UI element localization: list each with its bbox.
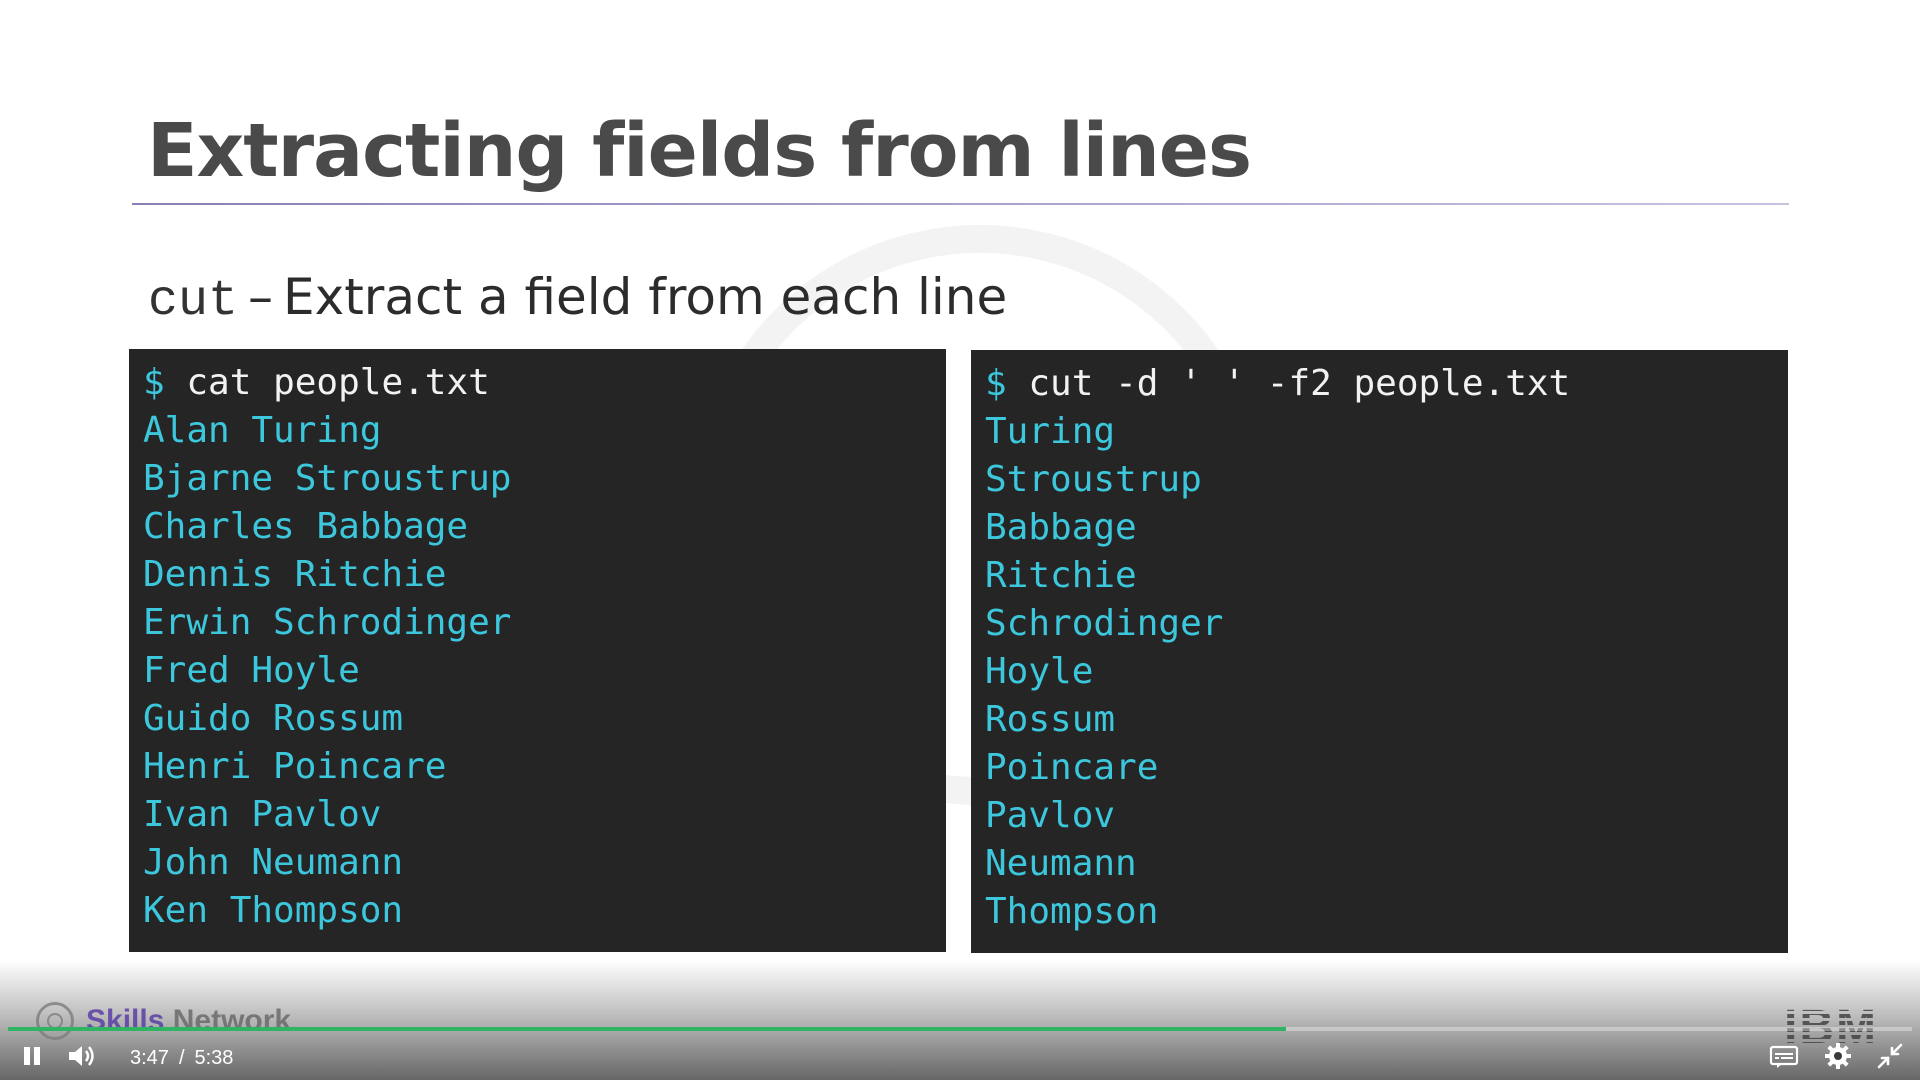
- output-line: Hoyle: [985, 651, 1094, 692]
- output-line: Henri Poincare: [143, 746, 447, 787]
- subtitle-dash: –: [248, 268, 274, 326]
- captions-icon: [1769, 1044, 1799, 1072]
- duration: 5:38: [194, 1047, 234, 1069]
- gear-icon: [1824, 1042, 1852, 1074]
- time-separator: /: [178, 1047, 185, 1069]
- output-line: Guido Rossum: [143, 698, 404, 739]
- output-line: Alan Turing: [143, 410, 382, 451]
- skills-network-icon: [36, 1002, 74, 1040]
- player-controls: 3:47 / 5:38: [0, 1040, 1920, 1076]
- skills-network-wordmark: Skills Network: [86, 1004, 291, 1038]
- progress-bar[interactable]: [8, 1027, 1912, 1031]
- output-line: Stroustrup: [985, 459, 1202, 500]
- time-display: 3:47 / 5:38: [130, 1047, 233, 1070]
- skills-network-logo: Skills Network: [36, 1002, 291, 1040]
- terminal-left-prompt: $ cat people.txt: [143, 359, 932, 407]
- output-line: Ivan Pavlov: [143, 794, 382, 835]
- terminal-right-output: Turing Stroustrup Babbage Ritchie Schrod…: [985, 408, 1774, 936]
- terminal-left-command: cat people.txt: [186, 362, 490, 403]
- exit-fullscreen-icon: [1877, 1043, 1903, 1073]
- terminal-left-output: Alan Turing Bjarne Stroustrup Charles Ba…: [143, 407, 932, 935]
- current-time: 3:47: [130, 1047, 169, 1069]
- output-line: Erwin Schrodinger: [143, 602, 512, 643]
- output-line: Thompson: [985, 891, 1159, 932]
- slide-subtitle: cut – Extract a field from each line: [148, 268, 1007, 330]
- output-line: Pavlov: [985, 795, 1116, 836]
- output-line: Dennis Ritchie: [143, 554, 447, 595]
- terminal-left: $ cat people.txt Alan Turing Bjarne Stro…: [129, 349, 946, 952]
- output-line: Neumann: [985, 843, 1137, 884]
- terminal-right: $ cut -d ' ' -f2 people.txt Turing Strou…: [971, 350, 1788, 953]
- title-divider: [132, 203, 1789, 205]
- subtitle-command: cut: [148, 273, 239, 330]
- brand-part-2: Network: [172, 1004, 292, 1037]
- output-line: Schrodinger: [985, 603, 1224, 644]
- prompt-symbol: $: [143, 362, 165, 403]
- output-line: Turing: [985, 411, 1116, 452]
- output-line: Poincare: [985, 747, 1159, 788]
- subtitle-text: Extract a field from each line: [283, 268, 1008, 326]
- prompt-symbol: $: [985, 363, 1007, 404]
- output-line: Babbage: [985, 507, 1137, 548]
- exit-fullscreen-button[interactable]: [1872, 1040, 1908, 1076]
- captions-button[interactable]: [1766, 1040, 1802, 1076]
- pause-button[interactable]: [14, 1040, 50, 1076]
- settings-button[interactable]: [1820, 1040, 1856, 1076]
- output-line: Rossum: [985, 699, 1116, 740]
- output-line: John Neumann: [143, 842, 404, 883]
- terminal-right-command: cut -d ' ' -f2 people.txt: [1028, 363, 1571, 404]
- terminal-right-prompt: $ cut -d ' ' -f2 people.txt: [985, 360, 1774, 408]
- volume-button[interactable]: [62, 1040, 102, 1076]
- output-line: Fred Hoyle: [143, 650, 360, 691]
- volume-icon: [67, 1043, 97, 1073]
- slide: Extracting fields from lines cut – Extract…: [0, 0, 1920, 1080]
- output-line: Charles Babbage: [143, 506, 469, 547]
- pause-icon: [21, 1045, 43, 1071]
- output-line: Ken Thompson: [143, 890, 404, 931]
- output-line: Bjarne Stroustrup: [143, 458, 512, 499]
- progress-bar-fill: [8, 1027, 1286, 1031]
- brand-part-1: Skills: [86, 1004, 165, 1037]
- slide-title: Extracting fields from lines: [147, 108, 1252, 194]
- output-line: Ritchie: [985, 555, 1137, 596]
